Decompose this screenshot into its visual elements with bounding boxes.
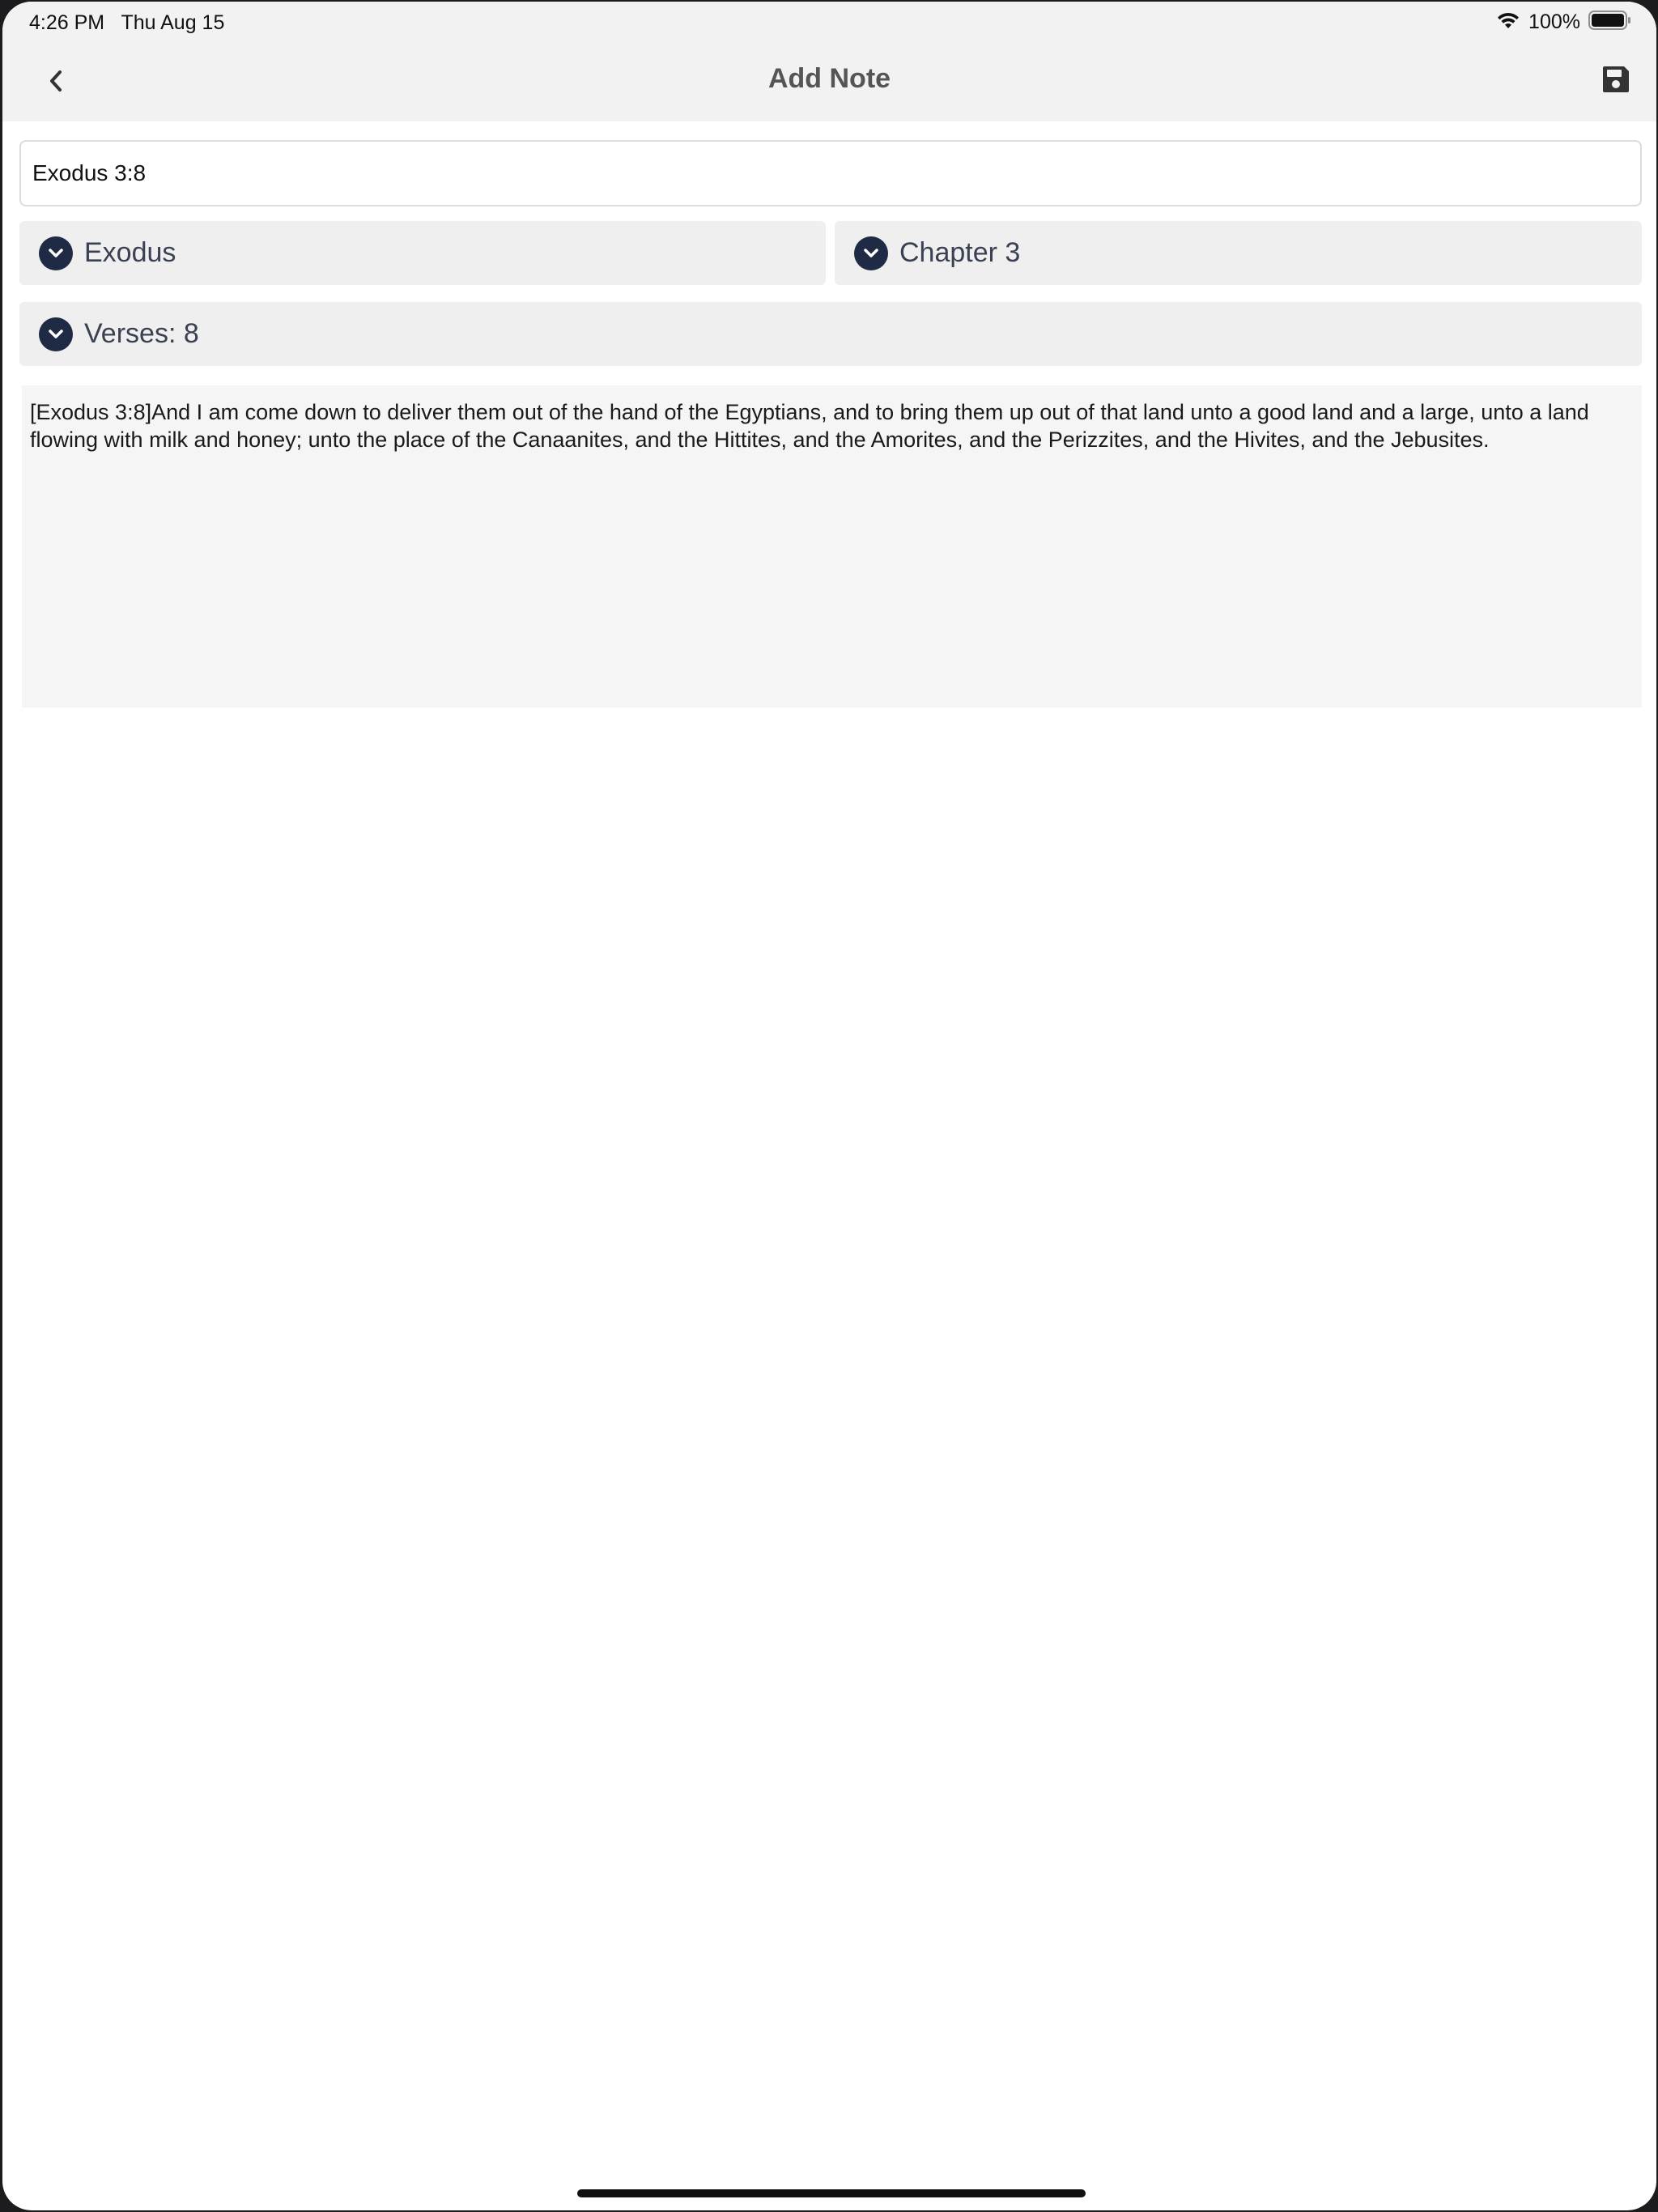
status-indicators: 100% bbox=[1496, 10, 1632, 34]
book-picker[interactable]: Exodus bbox=[19, 221, 826, 285]
book-picker-label: Exodus bbox=[84, 237, 176, 268]
status-time-date: 4:26 PM Thu Aug 15 bbox=[29, 11, 225, 34]
page-title: Add Note bbox=[767, 63, 891, 94]
note-body-textarea[interactable]: [Exodus 3:8]And I am come down to delive… bbox=[22, 385, 1642, 708]
top-bar: 4:26 PM Thu Aug 15 100% Add Note bbox=[2, 2, 1656, 121]
battery-full-icon bbox=[1588, 10, 1632, 35]
chevron-down-circle-icon bbox=[39, 317, 73, 351]
save-icon bbox=[1601, 64, 1631, 99]
wifi-icon bbox=[1496, 11, 1520, 34]
note-title-input[interactable] bbox=[19, 140, 1642, 206]
chapter-picker-label: Chapter 3 bbox=[899, 237, 1021, 268]
verses-picker-label: Verses: 8 bbox=[84, 318, 199, 349]
home-indicator[interactable] bbox=[577, 2189, 1086, 2197]
save-button[interactable] bbox=[1598, 63, 1634, 99]
chapter-picker[interactable]: Chapter 3 bbox=[835, 221, 1642, 285]
chevron-down-circle-icon bbox=[854, 236, 888, 270]
verses-picker[interactable]: Verses: 8 bbox=[19, 302, 1642, 366]
battery-percent: 100% bbox=[1528, 10, 1580, 33]
chevron-down-circle-icon bbox=[39, 236, 73, 270]
app-screen: 4:26 PM Thu Aug 15 100% Add Note Exodus … bbox=[2, 2, 1656, 2210]
